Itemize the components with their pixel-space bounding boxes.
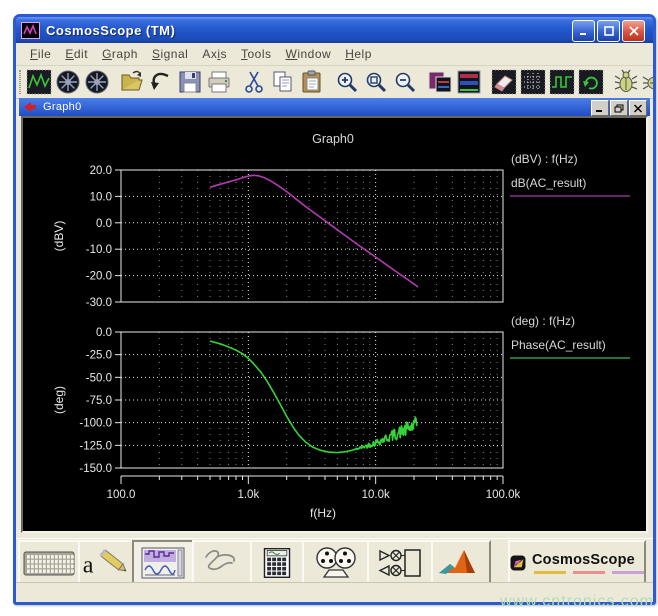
zoom-region-icon[interactable] [361, 68, 390, 97]
menu-bar: FileEditGraphSignalAxisToolsWindowHelp [16, 43, 653, 66]
x-tick-label: 10.0k [362, 489, 390, 501]
bug-2-icon[interactable] [640, 68, 653, 97]
print-icon[interactable] [204, 68, 233, 97]
main-toolbar [16, 66, 653, 99]
zoom-out-icon[interactable] [390, 68, 419, 97]
y-tick-label: -20.0 [86, 271, 112, 283]
graph-minimize-button[interactable] [591, 100, 609, 116]
maximize-button[interactable] [597, 20, 620, 42]
plots-canvas: Graph0 20.0 10.0 0.0 -10.0 -20.0 -30.0 0.0 -25.0… [23, 118, 646, 531]
cosmosscope-logo-icon [510, 548, 526, 578]
x-axis-label: f(Hz) [310, 506, 336, 520]
graph-window: Graph0 Graph0 20.0 10.0 0.0 -10.0 -20.0 -30.0 0… [19, 98, 650, 535]
wheel-2-icon[interactable] [82, 68, 111, 97]
menu-item-window[interactable]: Window [279, 45, 339, 63]
bottom-ylabel: (deg) [52, 386, 66, 414]
x-tick-label: 1.0k [237, 489, 259, 501]
y-tick-label: -25.0 [86, 350, 112, 362]
calculator-icon[interactable] [250, 540, 304, 585]
minimize-button[interactable] [572, 20, 595, 42]
waveform-icon[interactable] [24, 68, 53, 97]
matlab-icon[interactable] [431, 540, 491, 585]
y-tick-label: -30.0 [86, 297, 112, 309]
graph-close-button[interactable] [629, 100, 647, 116]
y-tick-label: 0.0 [96, 327, 112, 339]
keyboard-icon[interactable] [18, 540, 80, 585]
menu-item-file[interactable]: File [23, 45, 58, 63]
db-curve [210, 175, 418, 287]
app-titlebar[interactable]: CosmosScope (TM) [16, 17, 653, 43]
y-tick-label: -50.0 [86, 372, 112, 384]
x-tick-label: 100.0 [107, 489, 136, 501]
y-tick-label: 10.0 [90, 191, 112, 203]
cosmosscope-logo-button[interactable]: CosmosScope [508, 540, 646, 585]
menu-item-axis[interactable]: Axis [195, 45, 234, 63]
graph-stack-icon[interactable] [425, 68, 454, 97]
annotation-icon[interactable]: a [78, 540, 134, 585]
grid-icon[interactable] [518, 68, 547, 97]
cosmosscope-logo-label: CosmosScope [532, 552, 635, 568]
y-tick-label: -150.0 [79, 463, 112, 475]
probe-icon[interactable] [192, 540, 252, 585]
watermark-text: www.cntronics.com [500, 593, 654, 611]
app-icon [21, 22, 40, 39]
menu-item-tools[interactable]: Tools [234, 45, 279, 63]
y-tick-label: -75.0 [86, 395, 112, 407]
graph-window-icon [23, 101, 37, 113]
toolbar-drag-handle[interactable] [19, 70, 21, 94]
paste-icon[interactable] [297, 68, 326, 97]
bug-icon[interactable] [611, 68, 640, 97]
scope-display-icon[interactable] [132, 540, 194, 585]
y-tick-label: 0.0 [96, 218, 112, 230]
refresh-icon[interactable] [576, 68, 605, 97]
bottom-legend-series: Phase(AC_result) [511, 338, 606, 352]
graph-restore-button[interactable] [610, 100, 628, 116]
square-wave-icon[interactable] [547, 68, 576, 97]
graph-title: Graph0 [312, 132, 354, 146]
menu-item-edit[interactable]: Edit [58, 45, 95, 63]
top-legend-series: dB(AC_result) [511, 176, 586, 190]
undo-icon[interactable] [146, 68, 175, 97]
menu-item-help[interactable]: Help [338, 45, 379, 63]
y-tick-label: -10.0 [86, 244, 112, 256]
save-icon[interactable] [175, 68, 204, 97]
tool-palette: a CosmosScope [16, 538, 653, 583]
tape-reels-icon[interactable] [302, 540, 369, 585]
window-title: CosmosScope (TM) [46, 23, 175, 38]
eraser-icon[interactable] [489, 68, 518, 97]
close-button[interactable] [622, 20, 645, 42]
menu-item-graph[interactable]: Graph [95, 45, 145, 63]
x-tick-label: 100.0k [486, 489, 521, 501]
plot-area[interactable]: Graph0 20.0 10.0 0.0 -10.0 -20.0 -30.0 0.0 -25.0… [21, 116, 648, 533]
app-window: CosmosScope (TM) FileEditGraphSignalAxis… [13, 14, 656, 605]
top-legend-title: (dBV) : f(Hz) [511, 152, 578, 166]
copy-icon[interactable] [268, 68, 297, 97]
y-tick-label: 20.0 [90, 165, 112, 177]
folder-open-icon[interactable] [117, 68, 146, 97]
graph-layers-icon[interactable] [454, 68, 483, 97]
y-tick-label: -100.0 [79, 418, 112, 430]
logo-underlines [534, 571, 644, 574]
cut-icon[interactable] [239, 68, 268, 97]
top-ylabel: (dBV) [52, 221, 66, 252]
graph-window-title: Graph0 [43, 101, 82, 113]
y-tick-label: -125.0 [79, 440, 112, 452]
signal-mixer-icon[interactable] [367, 540, 433, 585]
svg-text:a: a [83, 551, 94, 578]
graph-window-titlebar[interactable]: Graph0 [19, 98, 650, 116]
bottom-legend-title: (deg) : f(Hz) [511, 314, 575, 328]
phase-curve [210, 341, 417, 453]
menu-item-signal[interactable]: Signal [145, 45, 195, 63]
zoom-in-icon[interactable] [332, 68, 361, 97]
wheel-icon[interactable] [53, 68, 82, 97]
screenshot-page: CosmosScope (TM) FileEditGraphSignalAxis… [0, 0, 658, 616]
